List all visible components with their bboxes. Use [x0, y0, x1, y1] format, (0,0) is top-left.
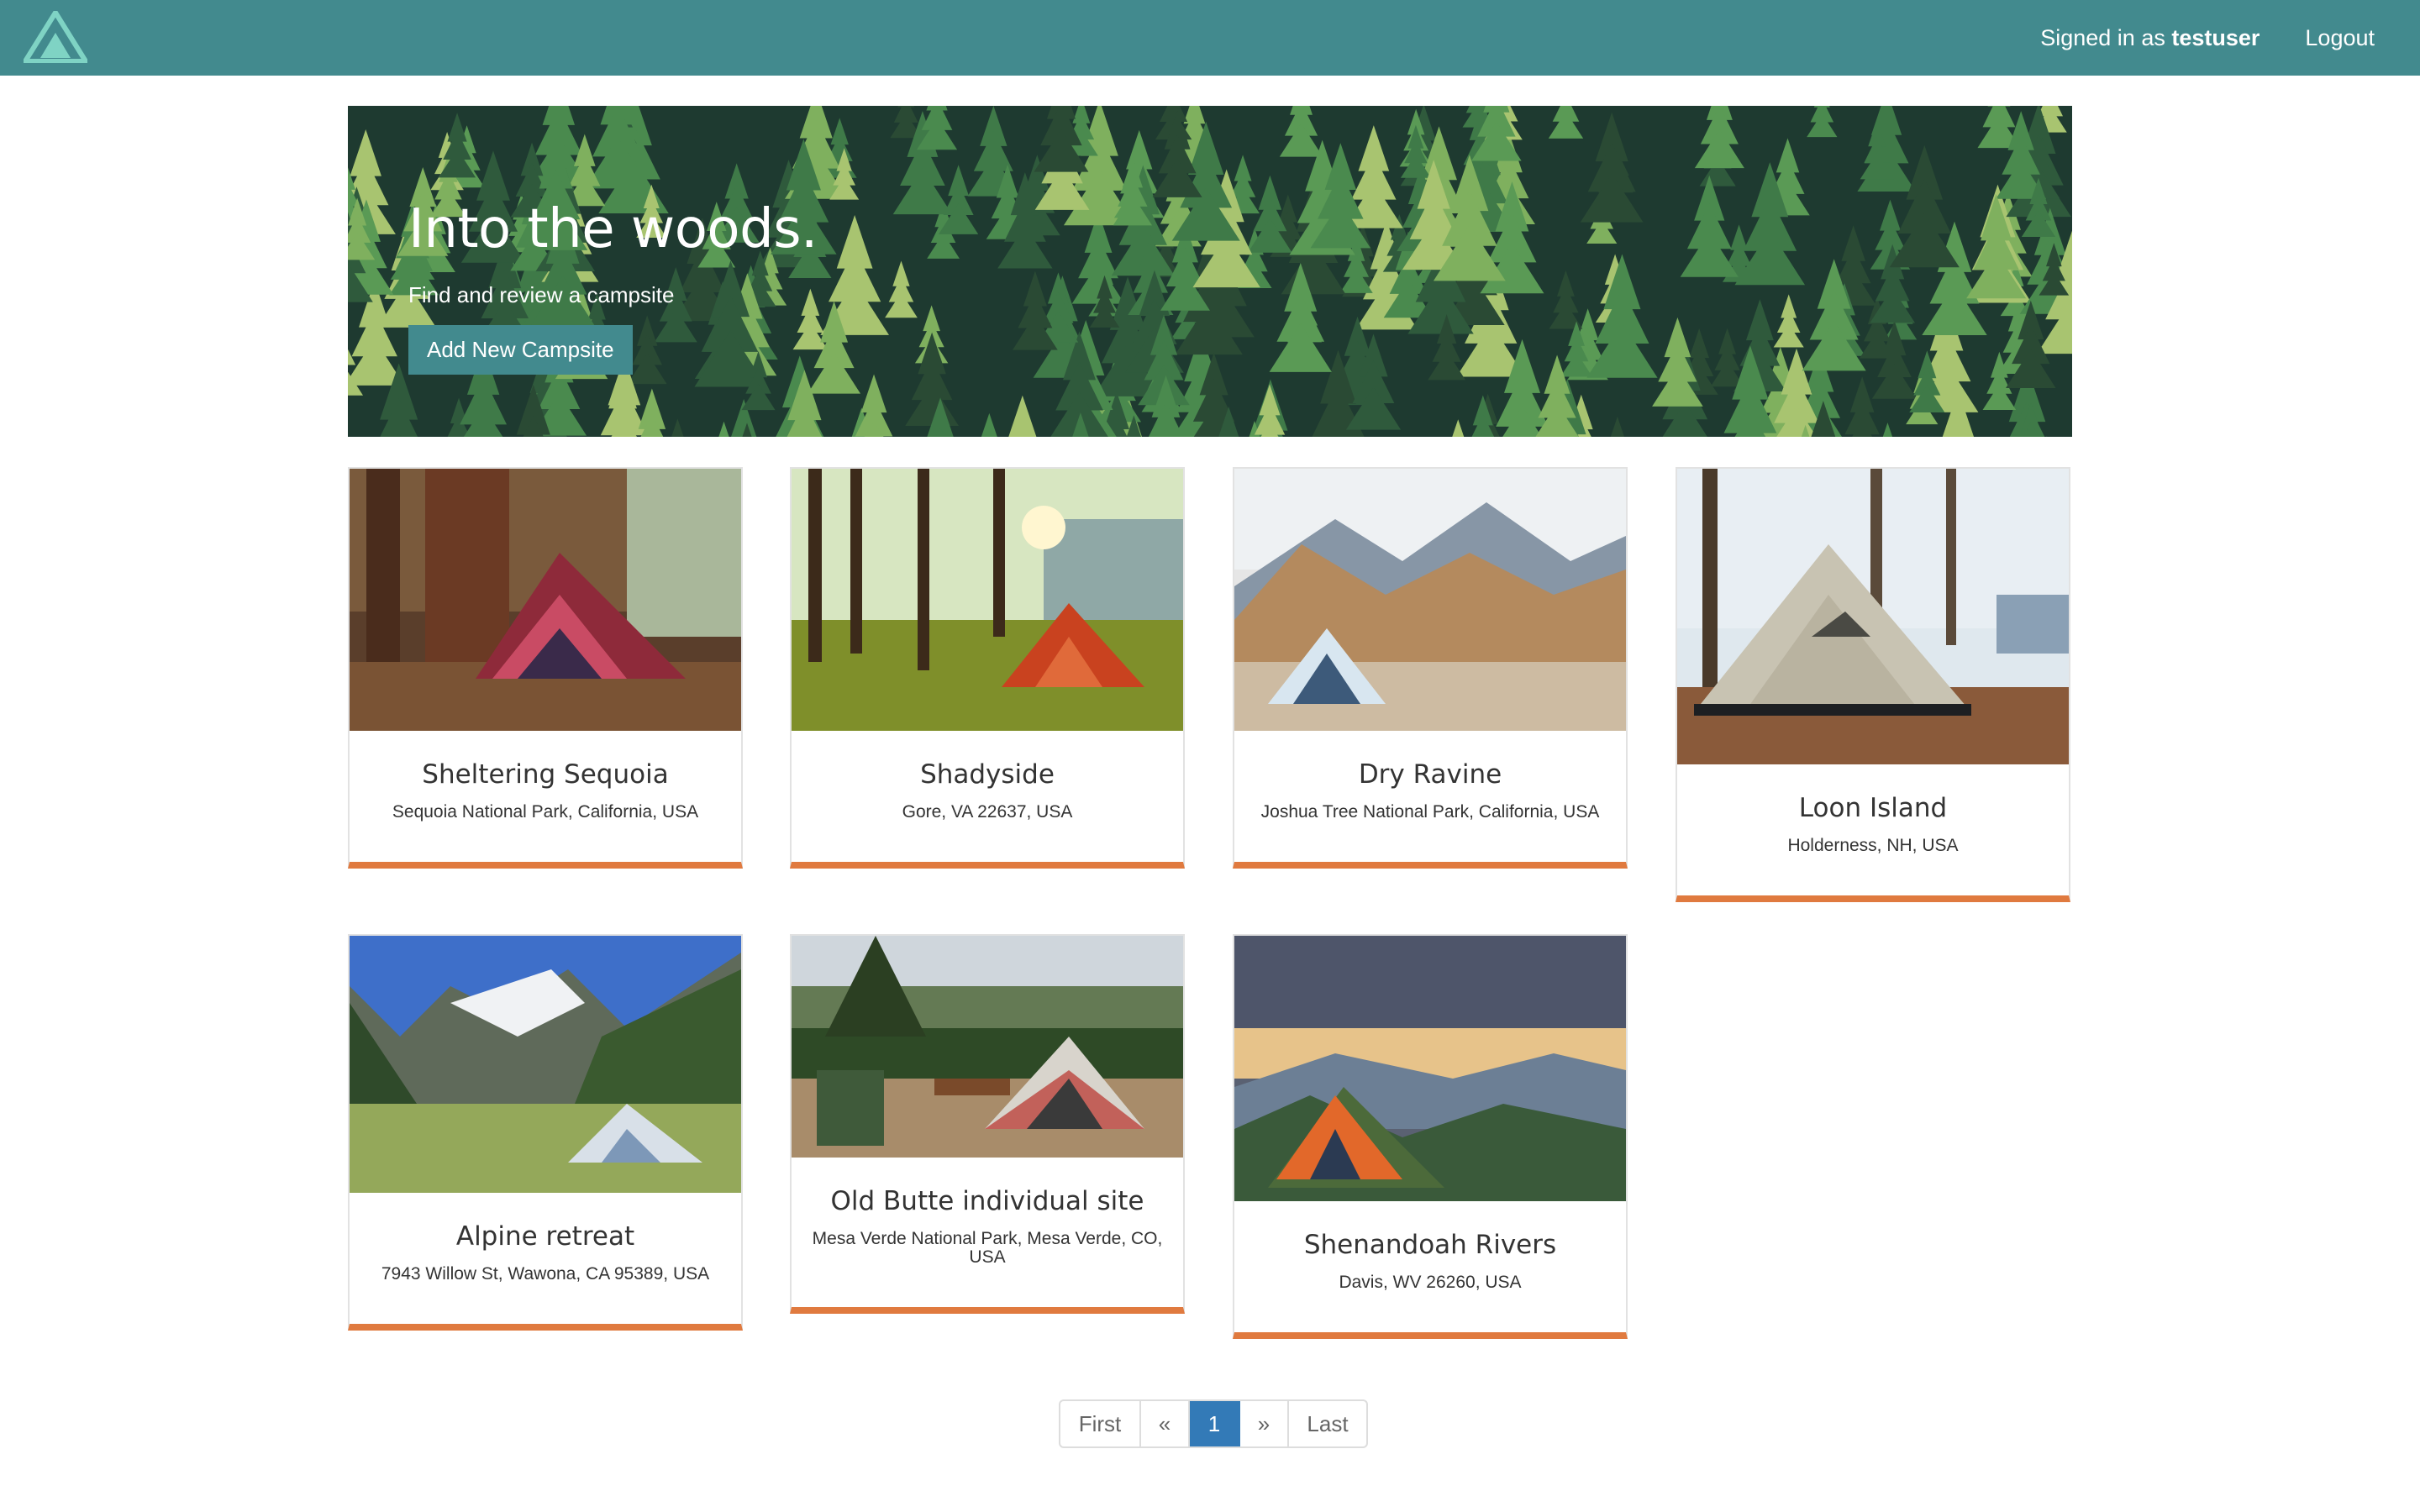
- campsite-name[interactable]: Shenandoah Rivers: [1234, 1230, 1626, 1260]
- campsite-location: Joshua Tree National Park, California, U…: [1260, 802, 1600, 822]
- campsite-photo-sequoia[interactable]: [350, 469, 741, 731]
- campsite-card[interactable]: Dry Ravine Joshua Tree National Park, Ca…: [1233, 467, 1628, 869]
- campsite-card[interactable]: Shenandoah Rivers Davis, WV 26260, USA: [1233, 934, 1628, 1339]
- pagination-prev[interactable]: «: [1141, 1401, 1190, 1446]
- signed-in-prefix: Signed in as: [2040, 24, 2165, 50]
- pagination: First « 1 » Last: [1059, 1399, 1368, 1448]
- campsite-location: Mesa Verde National Park, Mesa Verde, CO…: [812, 1229, 1163, 1267]
- pagination-first[interactable]: First: [1060, 1401, 1141, 1446]
- mountain-logo-icon[interactable]: [24, 11, 87, 63]
- campsite-name[interactable]: Sheltering Sequoia: [350, 759, 741, 790]
- campsite-name[interactable]: Shadyside: [792, 759, 1183, 790]
- campsite-location: Davis, WV 26260, USA: [1339, 1273, 1522, 1292]
- campsite-card[interactable]: Old Butte individual site Mesa Verde Nat…: [790, 934, 1185, 1314]
- add-campsite-button[interactable]: Add New Campsite: [408, 325, 633, 375]
- campsite-location: Holderness, NH, USA: [1787, 836, 1959, 855]
- campsite-location: Gore, VA 22637, USA: [902, 802, 1073, 822]
- signed-in-text: Signed in as testuser: [2040, 25, 2260, 51]
- campsite-photo-loon-island[interactable]: [1677, 469, 2069, 764]
- campsite-photo-shenandoah[interactable]: [1234, 936, 1626, 1201]
- pagination-next[interactable]: »: [1240, 1401, 1289, 1446]
- campsite-location: 7943 Willow St, Wawona, CA 95389, USA: [381, 1264, 710, 1284]
- pagination-page-1[interactable]: 1: [1190, 1401, 1240, 1446]
- hero-banner: Into the woods. Find and review a campsi…: [348, 106, 2072, 437]
- campsite-name[interactable]: Alpine retreat: [350, 1221, 741, 1252]
- campsite-card[interactable]: Shadyside Gore, VA 22637, USA: [790, 467, 1185, 869]
- campsite-card[interactable]: Loon Island Holderness, NH, USA: [1676, 467, 2070, 902]
- campsite-photo-alpine-retreat[interactable]: [350, 936, 741, 1193]
- pagination-last[interactable]: Last: [1289, 1401, 1366, 1446]
- nav-user-area: Signed in as testuser Logout: [2040, 0, 2375, 76]
- navbar: Signed in as testuser Logout: [0, 0, 2420, 76]
- campsite-card[interactable]: Sheltering Sequoia Sequoia National Park…: [348, 467, 743, 869]
- campsite-name[interactable]: Old Butte individual site: [792, 1186, 1183, 1216]
- campsite-name[interactable]: Loon Island: [1677, 793, 2069, 823]
- hero-title: Into the woods.: [408, 198, 818, 260]
- campsite-photo-dry-ravine[interactable]: [1234, 469, 1626, 731]
- campsite-card[interactable]: Alpine retreat 7943 Willow St, Wawona, C…: [348, 934, 743, 1331]
- signed-in-username: testuser: [2171, 24, 2260, 50]
- campsite-photo-shadyside[interactable]: [792, 469, 1183, 731]
- campsite-location: Sequoia National Park, California, USA: [392, 802, 699, 822]
- hero-content: Into the woods. Find and review a campsi…: [408, 198, 818, 375]
- campsite-name[interactable]: Dry Ravine: [1234, 759, 1626, 790]
- logout-link[interactable]: Logout: [2305, 25, 2375, 51]
- hero-subtitle: Find and review a campsite: [408, 282, 675, 307]
- campsite-photo-old-butte[interactable]: [792, 936, 1183, 1158]
